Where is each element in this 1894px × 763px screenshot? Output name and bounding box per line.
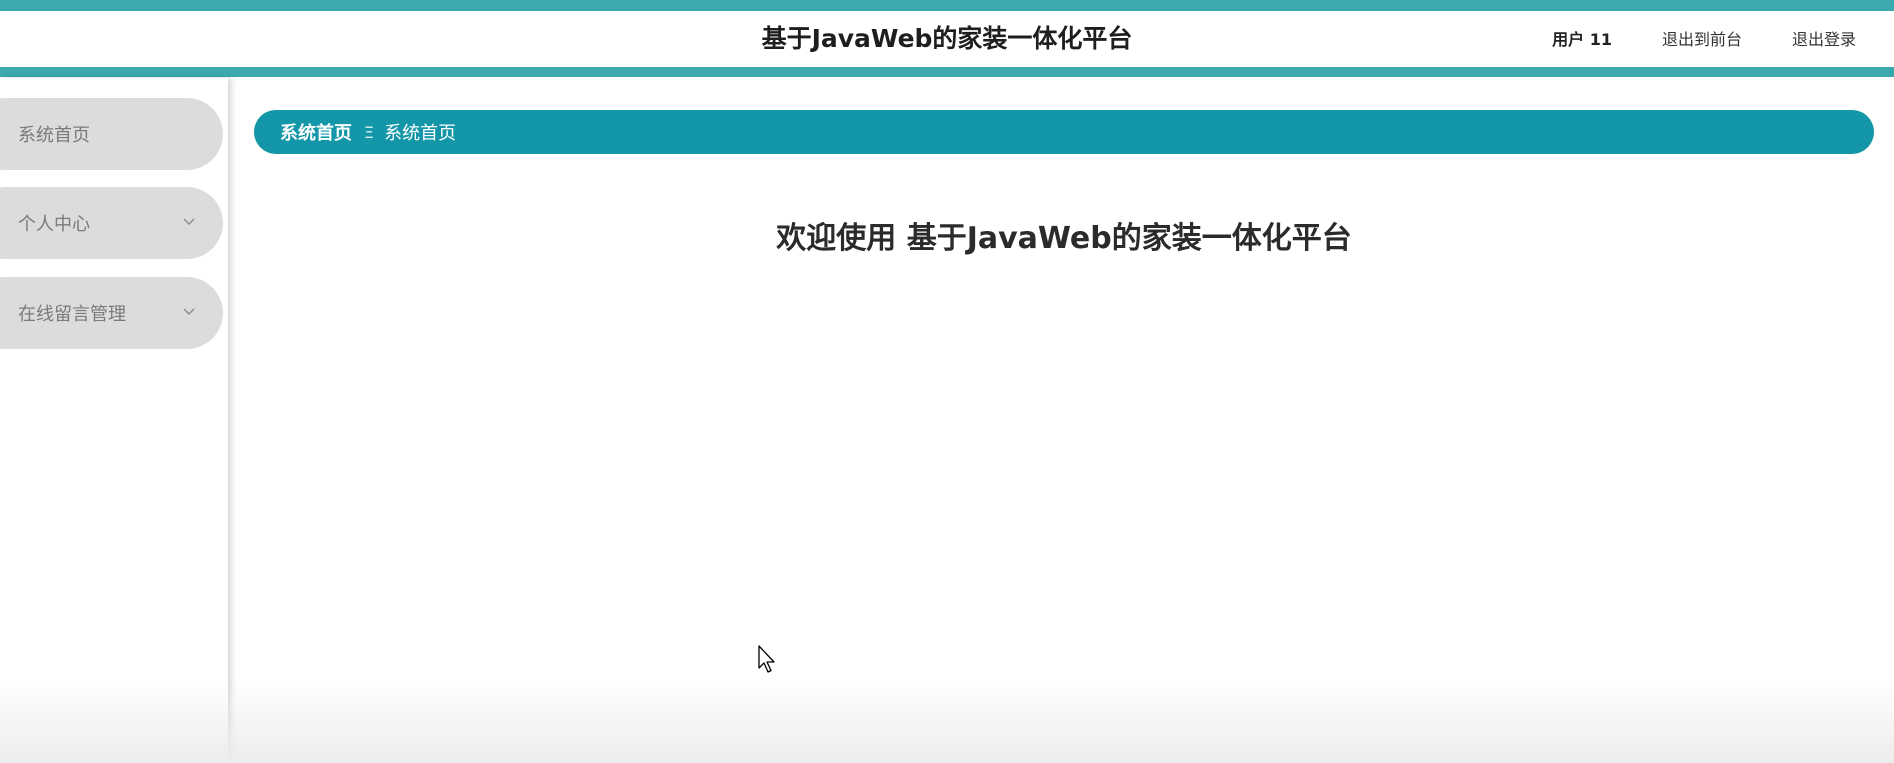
- sidebar-item-label: 系统首页: [18, 125, 90, 146]
- current-user-label: 用户 11: [1552, 30, 1612, 49]
- sidebar-item-home[interactable]: 系统首页: [0, 98, 223, 170]
- sidebar: 系统首页 个人中心 在线留言管理: [0, 78, 228, 763]
- chevron-down-icon: [181, 214, 197, 230]
- breadcrumb-separator-icon: Ξ: [364, 122, 375, 142]
- top-header: 基于JavaWeb的家装一体化平台 用户 11 退出到前台 退出登录: [0, 0, 1894, 78]
- header-bottom-stripe: [0, 67, 1894, 77]
- header-top-stripe: [0, 0, 1894, 11]
- back-to-front-link[interactable]: 退出到前台: [1662, 26, 1742, 50]
- sidebar-item-label: 个人中心: [18, 214, 90, 235]
- sidebar-item-message-management[interactable]: 在线留言管理: [0, 277, 223, 349]
- breadcrumb-home-link[interactable]: 系统首页: [280, 119, 352, 145]
- logout-link[interactable]: 退出登录: [1792, 26, 1856, 50]
- header-actions: 用户 11 退出到前台 退出登录: [1552, 24, 1894, 52]
- welcome-heading: 欢迎使用 基于JavaWeb的家装一体化平台: [776, 221, 1352, 256]
- breadcrumb: 系统首页 Ξ 系统首页: [254, 110, 1874, 154]
- bottom-fade: [0, 680, 1894, 763]
- sidebar-item-label: 在线留言管理: [18, 304, 126, 325]
- breadcrumb-current: 系统首页: [384, 123, 457, 144]
- chevron-down-icon: [181, 304, 197, 320]
- sidebar-item-personal-center[interactable]: 个人中心: [0, 187, 223, 259]
- page: 基于JavaWeb的家装一体化平台 用户 11 退出到前台 退出登录 系统首页 …: [0, 0, 1894, 763]
- mouse-cursor-icon: [757, 644, 777, 674]
